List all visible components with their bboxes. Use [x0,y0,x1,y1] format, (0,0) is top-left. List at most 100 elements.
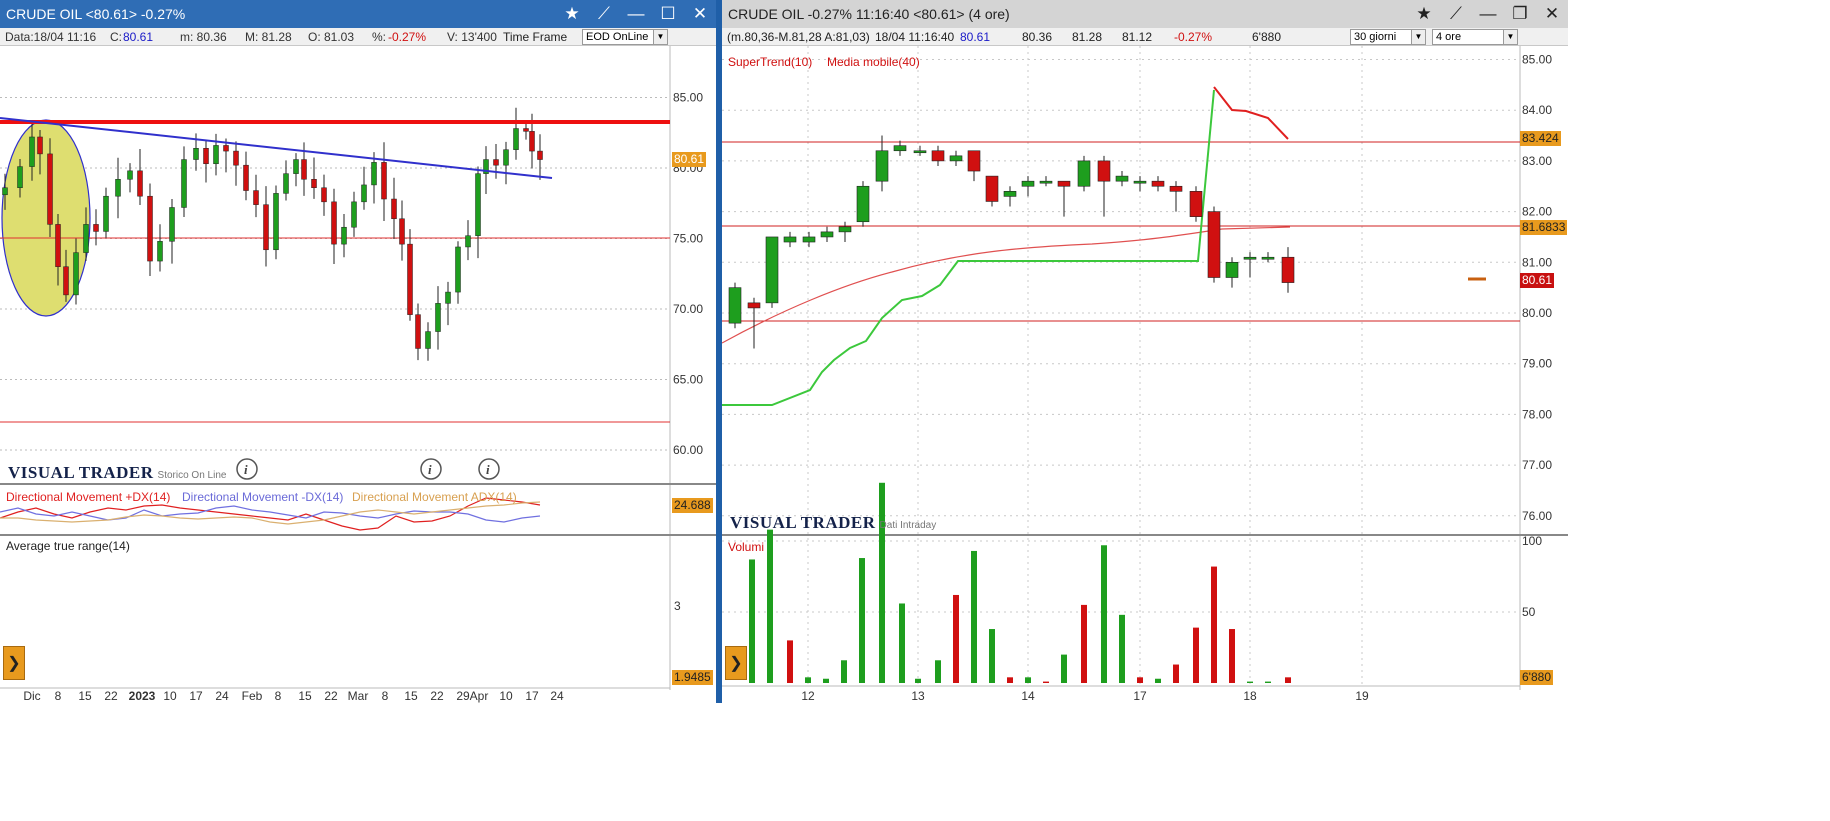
bullish-candle [856,185,870,223]
bullish-candle [1133,180,1147,184]
bullish-candle [783,236,797,243]
bullish-candle [341,226,347,245]
time-axis-label: 15 [78,689,92,703]
volume-bar [989,629,995,683]
time-axis-label: Apr [470,689,489,703]
bullish-candle [181,159,187,208]
time-axis-label: 2023 [129,689,156,703]
volume-bar [1119,614,1125,683]
daily-candlestick-chart[interactable]: 85.0080.0075.0070.0065.0060.00i i iDic 8 15 2… [0,0,716,703]
bullish-candle [293,159,299,174]
bearish-candle [37,136,43,155]
resistance-tag: 83.424 [1520,131,1561,146]
time-axis-label: 22 [430,689,444,703]
bullish-candle [513,128,519,150]
volume-bar [1007,677,1013,683]
bullish-candle [115,179,121,197]
expand-panel-button[interactable]: ❯ [725,646,747,680]
atr-value-tag: 1.9485 [672,670,713,685]
time-axis-label: 8 [382,689,389,703]
volume-bar [1285,677,1291,683]
support-tag: 81.6833 [1520,220,1568,235]
volume-bar [787,640,793,683]
dmi-value-tag: 24.688 [672,498,713,513]
bearish-candle [301,159,307,180]
price-axis-label: 60.00 [673,443,703,457]
bullish-candle [1243,256,1257,260]
dmi-minus-label: Directional Movement -DX(14) [182,490,344,504]
bearish-candle [1189,191,1203,217]
volume-bar [1247,681,1253,683]
time-axis-label: 17 [189,689,203,703]
time-axis-label: 17 [1133,689,1147,703]
price-axis-label: 70.00 [673,302,703,316]
volume-bar [1137,677,1143,683]
bearish-candle [147,195,153,262]
bearish-candle [415,314,421,349]
time-axis-label: 17 [525,689,539,703]
volume-legend: Volumi [728,540,765,554]
time-axis-label: 29 [456,689,470,703]
bearish-candle [407,243,413,315]
volume-bar [859,558,865,683]
time-axis-label: 8 [55,689,62,703]
bullish-candle [361,184,367,203]
bearish-candle [537,150,543,160]
bullish-candle [503,149,509,166]
bullish-candle [1021,180,1035,187]
bearish-candle [47,153,53,225]
price-axis-label: 82.00 [1522,205,1552,219]
time-axis-label: 15 [404,689,418,703]
price-axis-label: 85.00 [1522,53,1552,67]
volume-bar [749,559,755,683]
bullish-candle [103,195,109,232]
volume-bar [1193,627,1199,683]
info-icon-glyph: i [244,462,248,477]
bullish-candle [273,193,279,251]
volume-value-tag: 6'880 [1520,670,1553,685]
bullish-candle [893,145,907,152]
volume-bar [1265,681,1271,683]
time-axis-label: 24 [550,689,564,703]
time-axis-label: 12 [801,689,815,703]
bearish-candle [223,145,229,152]
volume-bar [1061,654,1067,683]
time-axis-label: 13 [911,689,925,703]
bullish-candle [17,166,23,188]
bullish-candle [949,155,963,162]
price-axis-label: 77.00 [1522,458,1552,472]
expand-panel-button[interactable]: ❯ [3,646,25,680]
time-axis-label: 14 [1021,689,1035,703]
bullish-candle [425,331,431,349]
volume-bar [1025,677,1031,683]
time-axis-label: Dic [23,689,40,703]
bullish-candle [157,241,163,262]
daily-chart-window: CRUDE OIL <80.61> -0.27% ★ ⟋ — ☐ ✕ Data:… [0,0,716,703]
intraday-chart-window: CRUDE OIL -0.27% 11:16:40 <80.61> (4 ore… [722,0,1568,703]
bearish-candle [311,179,317,188]
time-axis-label: 22 [324,689,338,703]
moving-average-line [722,226,1291,344]
intraday-candlestick-chart[interactable]: 85.00 84.00 83.00 82.00 81.00 80.00 79.00 78.00… [722,0,1568,703]
time-axis-label: 10 [163,689,177,703]
volume-bar [767,529,773,683]
time-axis-label: 8 [275,689,282,703]
price-axis-label: 78.00 [1522,407,1552,421]
bearish-candle [523,128,529,132]
volume-bar [1211,566,1217,683]
price-axis-label: 81.00 [1522,255,1552,269]
volume-bar [1081,604,1087,683]
price-axis-label: 79.00 [1522,357,1552,371]
bearish-candle [331,201,337,245]
atr-label: Average true range(14) [6,539,130,553]
dmi-plus-label: Directional Movement +DX(14) [6,490,171,504]
bearish-candle [967,150,981,172]
volume-bar [1155,678,1161,683]
volume-bar [953,594,959,683]
bullish-candle [475,173,481,236]
moving-average-legend: Media mobile(40) [827,55,920,69]
bearish-candle [233,150,239,166]
bullish-candle [875,150,889,182]
volume-bar [915,678,921,683]
last-price-tag: 80.61 [1520,273,1555,288]
